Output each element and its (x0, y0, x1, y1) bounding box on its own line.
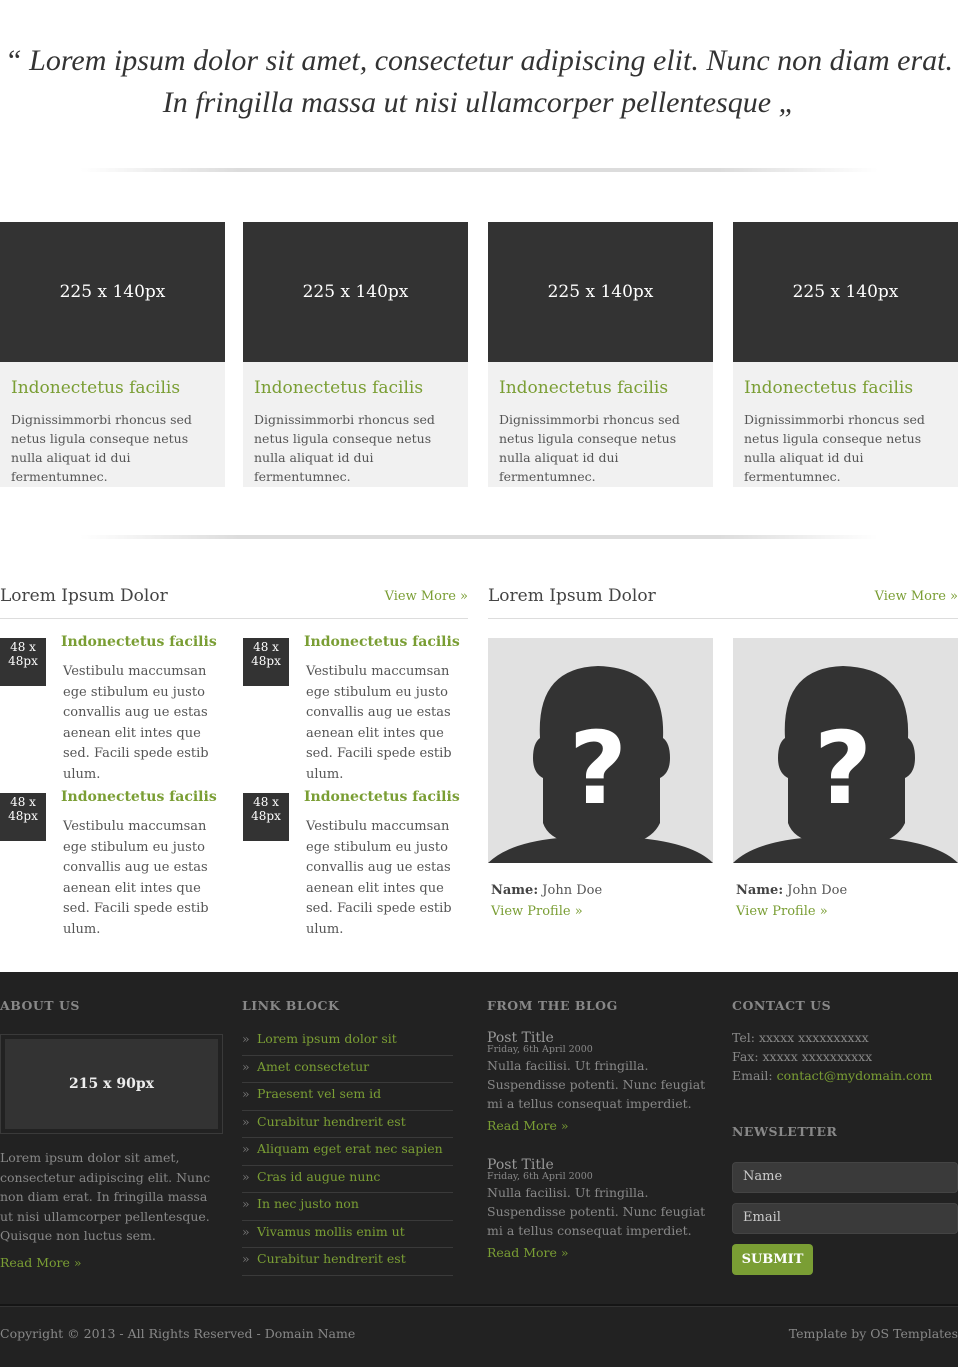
thumb-placeholder: 48 x 48px (0, 793, 46, 841)
contact-email-link[interactable]: contact@mydomain.com (777, 1068, 933, 1083)
card-text: Dignissimmorbi rhoncus sed netus ligula … (499, 412, 680, 484)
right-section-header: Lorem Ipsum Dolor View More » (488, 586, 958, 619)
unknown-person-avatar-icon: ? (733, 638, 958, 863)
blog-heading: FROM THE BLOG (487, 998, 618, 1013)
footer-link[interactable]: Praesent vel sem id (242, 1083, 453, 1111)
footer: ABOUT US 215 x 90px Lorem ipsum dolor si… (0, 972, 958, 1367)
card-image-placeholder: 225 x 140px (0, 222, 225, 362)
item-title[interactable]: Indonectetus facilis (61, 634, 217, 650)
view-profile-link[interactable]: View Profile » (736, 904, 958, 919)
item-title[interactable]: Indonectetus facilis (61, 789, 217, 805)
profile-name: Name: John Doe (491, 883, 603, 898)
item-text: Vestibulu maccumsan ege stibulum eu just… (63, 664, 209, 782)
contact-info: Tel: xxxxx xxxxxxxxxx Fax: xxxxx xxxxxxx… (732, 1028, 932, 1085)
newsletter-heading: NEWSLETTER (732, 1124, 838, 1139)
intro-quote: “ Lorem ipsum dolor sit amet, consectetu… (4, 44, 953, 119)
card-image-placeholder: 225 x 140px (488, 222, 713, 362)
section-title: Lorem Ipsum Dolor (488, 586, 656, 606)
footer-link[interactable]: Vivamus mollis enim ut (242, 1221, 453, 1248)
footer-link[interactable]: Aliquam eget erat nec sapien (242, 1138, 453, 1166)
about-heading: ABOUT US (0, 998, 80, 1013)
card-text: Dignissimmorbi rhoncus sed netus ligula … (254, 412, 435, 484)
footer-link[interactable]: Lorem ipsum dolor sit (242, 1028, 453, 1056)
divider (80, 535, 878, 539)
post-read-more-link[interactable]: Read More » (487, 1118, 712, 1133)
view-profile-link[interactable]: View Profile » (491, 904, 713, 919)
newsletter-email-input[interactable]: Email (732, 1203, 958, 1234)
view-more-link[interactable]: View More » (875, 589, 958, 604)
contact-email-row: Email: contact@mydomain.com (732, 1068, 933, 1083)
post-excerpt: Nulla facilisi. Ut fringilla. Suspendiss… (487, 1185, 706, 1238)
footer-link[interactable]: Curabitur hendrerit est (242, 1111, 453, 1138)
newsletter-submit-button[interactable]: SUBMIT (732, 1244, 813, 1275)
post-excerpt: Nulla facilisi. Ut fringilla. Suspendiss… (487, 1058, 706, 1111)
profile-card: ? Name: John Doe View Profile » (733, 638, 958, 919)
item-text: Vestibulu maccumsan ege stibulum eu just… (63, 819, 209, 937)
footer-divider (0, 1304, 958, 1307)
item-title[interactable]: Indonectetus facilis (304, 789, 460, 805)
post-date: Friday, 6th April 2000 (487, 1044, 593, 1055)
footer-link[interactable]: In nec justo non (242, 1193, 453, 1221)
svg-text:?: ? (814, 710, 872, 827)
post-read-more-link[interactable]: Read More » (487, 1245, 712, 1260)
item-title[interactable]: Indonectetus facilis (304, 634, 460, 650)
thumb-placeholder: 48 x 48px (243, 638, 289, 686)
profile-card: ? Name: John Doe View Profile » (488, 638, 713, 919)
thumb-placeholder: 48 x 48px (0, 638, 46, 686)
section-title: Lorem Ipsum Dolor (0, 586, 168, 606)
contact-tel: Tel: xxxxx xxxxxxxxxx (732, 1030, 869, 1045)
divider (80, 168, 878, 172)
svg-text:?: ? (569, 710, 627, 827)
card-image-placeholder: 225 x 140px (733, 222, 958, 362)
view-more-link[interactable]: View More » (385, 589, 468, 604)
card-title[interactable]: Indonectetus facilis (744, 378, 947, 398)
about-image-placeholder: 215 x 90px (0, 1034, 223, 1134)
item-text: Vestibulu maccumsan ege stibulum eu just… (306, 819, 452, 937)
feature-card: 225 x 140px Indonectetus facilis Digniss… (488, 222, 713, 487)
blog-post: Post Title Friday, 6th April 2000 Nulla … (487, 1157, 712, 1260)
left-section-header: Lorem Ipsum Dolor View More » (0, 586, 468, 619)
card-title[interactable]: Indonectetus facilis (499, 378, 702, 398)
footer-link[interactable]: Cras id augue nunc (242, 1166, 453, 1193)
footer-link[interactable]: Amet consectetur (242, 1056, 453, 1083)
card-image-placeholder: 225 x 140px (243, 222, 468, 362)
contact-heading: CONTACT US (732, 998, 832, 1013)
thumb-placeholder: 48 x 48px (243, 793, 289, 841)
link-block-heading: LINK BLOCK (242, 998, 340, 1013)
post-date: Friday, 6th April 2000 (487, 1171, 593, 1182)
about-read-more-link[interactable]: Read More » (0, 1253, 215, 1273)
card-text: Dignissimmorbi rhoncus sed netus ligula … (744, 412, 925, 484)
newsletter-name-input[interactable]: Name (732, 1162, 958, 1193)
card-text: Dignissimmorbi rhoncus sed netus ligula … (11, 412, 192, 484)
contact-fax: Fax: xxxxx xxxxxxxxxx (732, 1049, 873, 1064)
about-text: Lorem ipsum dolor sit amet, consectetur … (0, 1148, 215, 1272)
copyright: Copyright © 2013 - All Rights Reserved -… (0, 1326, 356, 1341)
unknown-person-avatar-icon: ? (488, 638, 713, 863)
card-title[interactable]: Indonectetus facilis (254, 378, 457, 398)
template-credit[interactable]: Template by OS Templates (789, 1326, 958, 1341)
profile-name: Name: John Doe (736, 883, 848, 898)
link-list: Lorem ipsum dolor sit Amet consectetur P… (242, 1028, 453, 1276)
blog-post: Post Title Friday, 6th April 2000 Nulla … (487, 1030, 712, 1133)
feature-card: 225 x 140px Indonectetus facilis Digniss… (0, 222, 225, 487)
footer-link[interactable]: Curabitur hendrerit est (242, 1248, 453, 1276)
item-text: Vestibulu maccumsan ege stibulum eu just… (306, 664, 452, 782)
card-title[interactable]: Indonectetus facilis (11, 378, 214, 398)
feature-card: 225 x 140px Indonectetus facilis Digniss… (243, 222, 468, 487)
feature-card: 225 x 140px Indonectetus facilis Digniss… (733, 222, 958, 487)
